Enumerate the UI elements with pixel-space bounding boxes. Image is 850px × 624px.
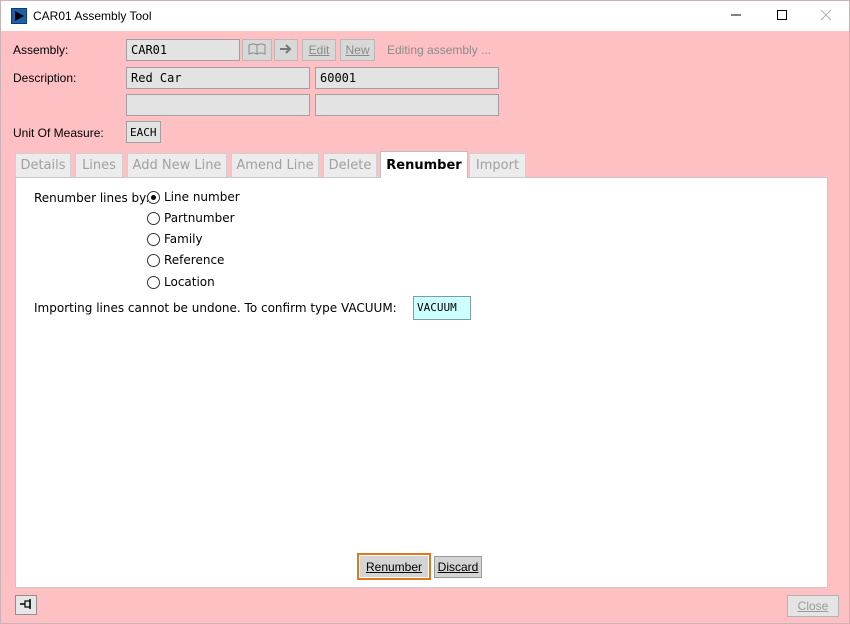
confirm-input[interactable]: VACUUM	[413, 296, 471, 320]
tab-delete[interactable]: Delete	[323, 153, 377, 177]
tab-add-new-line[interactable]: Add New Line	[127, 153, 227, 177]
uom-field[interactable]: EACH	[126, 121, 161, 143]
tab-amend-line[interactable]: Amend Line	[231, 153, 319, 177]
minimize-button[interactable]	[713, 1, 759, 31]
assembly-label: Assembly:	[13, 43, 69, 57]
assembly-field[interactable]: CAR01	[126, 39, 240, 61]
radio-button[interactable]	[147, 275, 160, 289]
uom-label: Unit Of Measure:	[13, 126, 104, 140]
radio-label: Location	[164, 275, 215, 289]
renumber-by-label: Renumber lines by:	[34, 191, 150, 205]
tab-import[interactable]: Import	[469, 153, 526, 177]
play-icon	[11, 8, 27, 24]
discard-button-label: Discard	[437, 560, 479, 574]
radio-location[interactable]: Location	[147, 273, 215, 291]
renumber-button-label: Renumber	[365, 559, 423, 574]
radio-partnumber[interactable]: Partnumber	[147, 209, 235, 227]
status-text: Editing assembly ...	[387, 43, 492, 57]
maximize-button[interactable]	[759, 1, 805, 31]
book-icon	[248, 43, 266, 58]
tab-renumber[interactable]: Renumber	[380, 151, 468, 178]
radio-button[interactable]	[147, 190, 160, 204]
radio-button[interactable]	[147, 253, 160, 267]
pin-button[interactable]	[15, 595, 37, 615]
minimize-icon	[730, 9, 742, 24]
close-button[interactable]: Close	[787, 595, 839, 617]
radio-button[interactable]	[147, 211, 160, 225]
radio-family[interactable]: Family	[147, 230, 203, 248]
tab-details[interactable]: Details	[15, 153, 71, 177]
extra-field-1[interactable]	[126, 94, 310, 116]
radio-button[interactable]	[147, 232, 160, 246]
close-button-label: Close	[797, 599, 829, 613]
code-field[interactable]: 60001	[315, 67, 499, 89]
description-label: Description:	[13, 71, 77, 85]
radio-line-number[interactable]: Line number	[147, 188, 240, 206]
lookup-button[interactable]	[242, 39, 272, 61]
confirm-instruction: Importing lines cannot be undone. To con…	[34, 301, 397, 315]
description-field[interactable]: Red Car	[126, 67, 310, 89]
radio-reference[interactable]: Reference	[147, 251, 224, 269]
edit-button[interactable]: Edit	[302, 39, 336, 61]
assembly-tool-window: CAR01 Assembly Tool Assembly: CAR01 Edit	[0, 0, 850, 624]
close-icon	[820, 9, 832, 24]
renumber-button[interactable]: Renumber	[357, 553, 431, 580]
new-button[interactable]: New	[340, 39, 375, 61]
title-bar: CAR01 Assembly Tool	[1, 1, 849, 31]
window-title: CAR01 Assembly Tool	[33, 9, 152, 23]
maximize-icon	[776, 9, 788, 24]
renumber-panel	[15, 177, 828, 588]
discard-button[interactable]: Discard	[434, 556, 482, 578]
close-window-button[interactable]	[803, 1, 849, 31]
pin-icon	[19, 598, 33, 613]
radio-label: Reference	[164, 253, 225, 267]
tab-lines[interactable]: Lines	[75, 153, 123, 177]
radio-label: Line number	[164, 190, 240, 204]
radio-label: Family	[164, 232, 203, 246]
go-button[interactable]	[274, 39, 298, 61]
extra-field-2[interactable]	[315, 94, 499, 116]
radio-label: Partnumber	[164, 211, 235, 225]
arrow-right-icon	[279, 43, 293, 58]
